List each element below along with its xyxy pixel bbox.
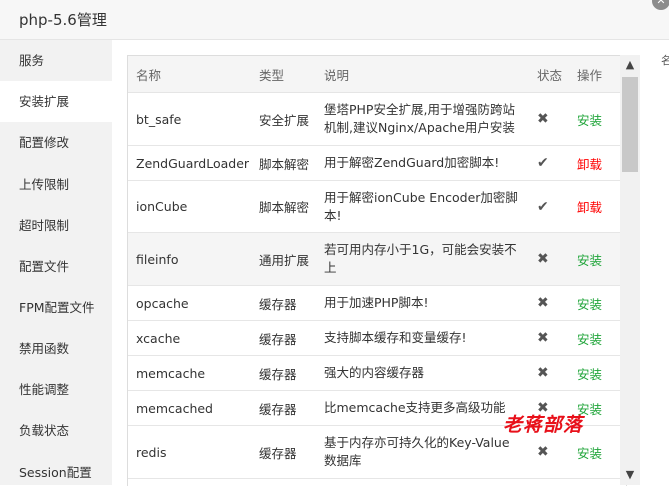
uninstall-button[interactable]: 卸载 (577, 157, 602, 172)
extension-type: 缓存器 (251, 390, 316, 426)
sidebar-item-fpm-config[interactable]: FPM配置文件 (0, 287, 112, 328)
extension-name: ionCube (128, 180, 251, 233)
header-type: 类型 (251, 56, 316, 93)
table-row: ZendGuardLoader 脚本解密 用于解密ZendGuard加密脚本! … (128, 145, 626, 181)
sidebar-item-upload-limit[interactable]: 上传限制 (0, 164, 112, 205)
extension-name: redis (128, 425, 251, 479)
extension-name: fileinfo (128, 232, 251, 286)
table-header-row: 名称 类型 说明 状态 操作 (128, 56, 626, 93)
extension-type: 缓存器 (251, 285, 316, 321)
install-button[interactable]: 安装 (577, 253, 602, 268)
extension-description: 基于内存亦可持久化的Key-Value数据库 (316, 425, 529, 479)
extension-name: ZendGuardLoader (128, 145, 251, 181)
extension-type: 缓存器 (251, 320, 316, 356)
extension-type: 脚本解密 (251, 180, 316, 233)
extension-name: bt_safe (128, 92, 251, 146)
extension-description: 堡塔PHP安全扩展,用于增强防跨站机制,建议Nginx/Apache用户安装 (316, 92, 529, 146)
header-status: 状态 (529, 56, 569, 93)
extension-description: 用于解密ZendGuard加密脚本! (316, 145, 529, 181)
sidebar: 服务 安装扩展 配置修改 上传限制 超时限制 配置文件 FPM配置文件 禁用函数… (0, 40, 112, 485)
sidebar-item-disabled-functions[interactable]: 禁用函数 (0, 328, 112, 369)
header-action: 操作 (569, 56, 626, 93)
sidebar-item-install-extensions[interactable]: 安装扩展 (0, 81, 112, 122)
title-bar: php-5.6管理 ✕ (0, 0, 669, 40)
window-title: php-5.6管理 (19, 11, 107, 29)
status-x-icon: ✖ (529, 355, 569, 391)
sidebar-item-timeout-limit[interactable]: 超时限制 (0, 205, 112, 246)
status-check-icon: ✔ (529, 180, 569, 233)
status-x-icon: ✖ (529, 92, 569, 146)
status-x-icon: ✖ (529, 232, 569, 286)
uninstall-button[interactable]: 卸载 (577, 200, 602, 215)
side-glyph: 名 (661, 54, 669, 67)
header-name: 名称 (128, 56, 251, 93)
extension-name: memcached (128, 390, 251, 426)
table-row: ionCube 脚本解密 用于解密ionCube Encoder加密脚本! ✔ … (128, 180, 626, 233)
install-button[interactable]: 安装 (577, 367, 602, 382)
scroll-up-arrow-icon[interactable]: ▲ (620, 55, 640, 75)
status-check-icon: ✔ (529, 145, 569, 181)
extension-type: 安全扩展 (251, 92, 316, 146)
install-button[interactable]: 安装 (577, 113, 602, 128)
content-panel: 名称 类型 说明 状态 操作 bt_safe 安全扩展 堡塔PHP安全扩展,用于… (112, 40, 669, 486)
close-icon[interactable]: ✕ (652, 0, 669, 10)
vertical-scrollbar[interactable]: ▲ ▼ (620, 55, 640, 485)
extension-description: 用于解密ionCube Encoder加密脚本! (316, 180, 529, 233)
scroll-down-arrow-icon[interactable]: ▼ (620, 465, 640, 485)
table-row: bt_safe 安全扩展 堡塔PHP安全扩展,用于增强防跨站机制,建议Nginx… (128, 92, 626, 146)
table-row: fileinfo 通用扩展 若可用内存小于1G，可能会安装不上 ✖ 安装 (128, 232, 626, 286)
table-row: xcache 缓存器 支持脚本缓存和变量缓存! ✖ 安装 (128, 320, 626, 356)
sidebar-item-service[interactable]: 服务 (0, 40, 112, 81)
sidebar-item-load-status[interactable]: 负载状态 (0, 410, 112, 451)
extension-description: 支持脚本缓存和变量缓存! (316, 320, 529, 356)
sidebar-item-session-config[interactable]: Session配置 (0, 452, 112, 493)
extension-description: 用于加速PHP脚本! (316, 285, 529, 321)
table-row: opcache 缓存器 用于加速PHP脚本! ✖ 安装 (128, 285, 626, 321)
extension-description: 比memcache支持更多高级功能 (316, 390, 529, 426)
extension-type: 脚本解密 (251, 145, 316, 181)
extension-name: opcache (128, 285, 251, 321)
status-x-icon: ✖ (529, 320, 569, 356)
sidebar-item-config-edit[interactable]: 配置修改 (0, 122, 112, 163)
watermark-logo: 老蒋部落 (503, 414, 584, 436)
extension-type: 通用扩展 (251, 232, 316, 286)
extension-type: 缓存器 (251, 355, 316, 391)
header-description: 说明 (316, 56, 529, 93)
install-button[interactable]: 安装 (577, 297, 602, 312)
extension-name: memcache (128, 355, 251, 391)
extension-description: 强大的内容缓存器 (316, 355, 529, 391)
extension-description: 若可用内存小于1G，可能会安装不上 (316, 232, 529, 286)
scroll-thumb[interactable] (622, 77, 638, 172)
status-x-icon: ✖ (529, 285, 569, 321)
table-row: memcache 缓存器 强大的内容缓存器 ✖ 安装 (128, 355, 626, 391)
sidebar-item-config-file[interactable]: 配置文件 (0, 246, 112, 287)
install-button[interactable]: 安装 (577, 446, 602, 461)
install-button[interactable]: 安装 (577, 332, 602, 347)
extension-type: 缓存器 (251, 425, 316, 479)
extension-name: xcache (128, 320, 251, 356)
sidebar-item-performance[interactable]: 性能调整 (0, 369, 112, 410)
